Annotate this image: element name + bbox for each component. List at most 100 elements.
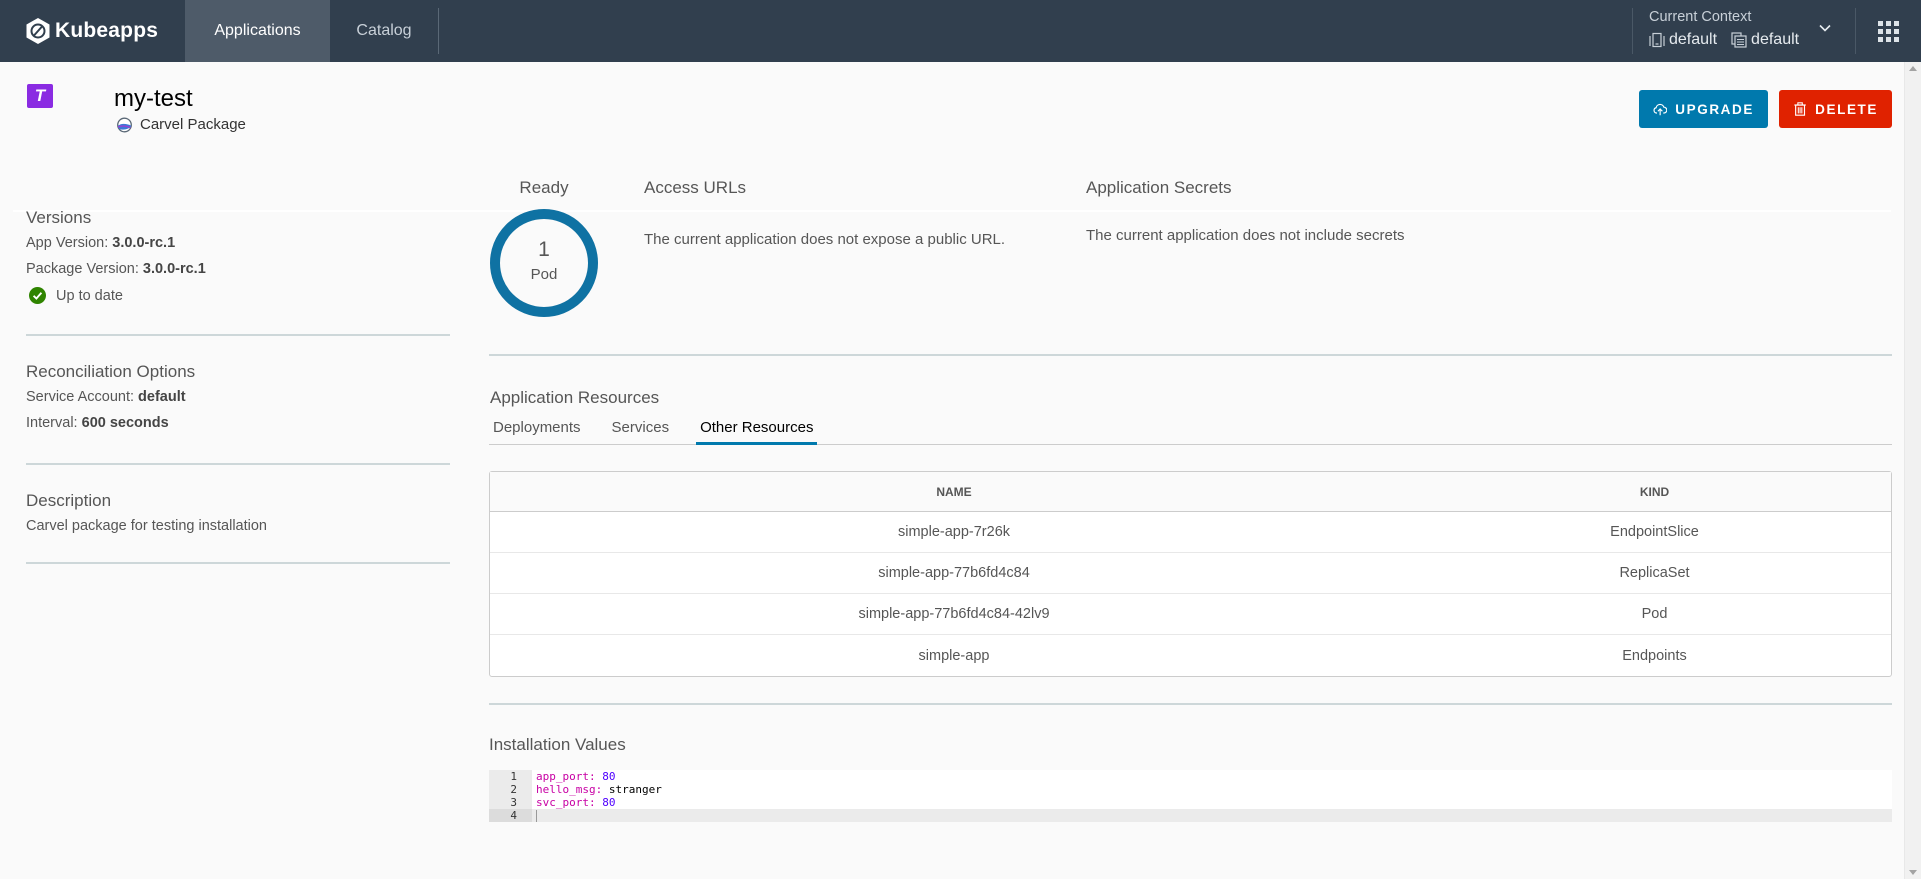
yaml-value: 80 [602,796,616,809]
context-namespace: default [1751,31,1800,48]
package-version-value: 3.0.0-rc.1 [142,261,206,277]
access-urls-title: Access URLs [644,178,747,197]
resource-name: simple-app-7r26k [897,524,1011,540]
kubeapps-hexagon-icon [26,18,50,44]
description-title: Description [26,491,112,510]
column-header-kind: KIND [1639,484,1670,499]
app-secrets-message: The current application does not include… [1086,227,1405,244]
app-summary: Ready 1 Pod Access URLs The current appl… [489,178,1892,356]
service-account-value: default [138,389,186,405]
donut-ready-arc [490,209,598,317]
app-menu-button[interactable] [1856,0,1921,62]
text-cursor [536,810,537,822]
reconciliation-title: Reconciliation Options [26,362,196,381]
nav-tab-catalog[interactable]: Catalog [330,0,438,62]
editor-line-current: 4 [489,809,1892,822]
table-row: simple-app Endpoints [490,635,1891,676]
namespace-icon [1731,32,1747,48]
package-type-label: Carvel Package [140,116,246,133]
resources-table: NAME KIND simple-app-7r26k EndpointSlice… [489,471,1892,677]
app-icon: T [27,84,53,108]
app-version-value: 3.0.0-rc.1 [112,235,176,251]
column-header-name: NAME [936,484,972,499]
page-scrollbar[interactable] [1904,62,1921,879]
main-content: Ready 1 Pod Access URLs The current appl… [489,178,1892,822]
table-row: simple-app-7r26k EndpointSlice [490,512,1891,553]
editor-line: 1 app_port: 80 [489,770,1892,783]
interval-value: 600 seconds [81,415,169,431]
tab-deployments[interactable]: Deployments [489,417,585,445]
versions-title: Versions [26,208,92,227]
app-info-sidebar: Versions App Version: 3.0.0-rc.1 Package… [26,208,450,590]
line-number: 2 [489,783,532,796]
cluster-icon [1649,32,1665,48]
nav-tab-label: Applications [214,22,301,39]
ready-status: Ready 1 Pod [489,178,599,318]
yaml-value: stranger [608,783,662,796]
tab-services[interactable]: Services [608,417,674,445]
line-number: 1 [489,770,532,783]
scroll-thumb[interactable] [1907,78,1919,863]
resource-kind: ReplicaSet [1619,565,1690,581]
scroll-up-arrow-icon[interactable] [1909,66,1917,71]
resource-tabs: Deployments Services Other Resources [489,417,1892,445]
resource-kind: EndpointSlice [1610,524,1699,540]
installation-values-section: Installation Values 1 app_port: 80 2 hel… [489,703,1892,822]
kubeapps-logo[interactable]: Kubeapps [0,0,185,62]
pod-unit: Pod [530,266,558,283]
pod-ready-donut: 1 Pod [489,208,599,318]
carvel-icon [117,117,132,132]
app-icon-letter: T [34,86,46,105]
context-selector[interactable]: Current Context default default [1633,0,1855,62]
tab-other-resources[interactable]: Other Resources [696,417,818,445]
yaml-value: 80 [602,770,616,783]
upgrade-label: UPGRADE [1675,101,1754,117]
pod-count: 1 [538,238,550,261]
table-row: simple-app-77b6fd4c84 ReplicaSet [490,553,1891,594]
table-header: NAME KIND [490,472,1891,512]
app-version: App Version: 3.0.0-rc.1 [26,235,450,251]
yaml-key: hello_msg [536,783,596,796]
editor-line: 3 svc_port: 80 [489,796,1892,809]
service-account: Service Account: default [26,389,450,405]
reconciliation-section: Reconciliation Options Service Account: … [26,362,450,465]
access-urls-section: Access URLs The current application does… [644,178,1005,248]
interval-label: Interval: [26,415,78,431]
nav-tab-label: Catalog [356,22,412,39]
app-header: T my-test Carvel Package UPGRADE DELETE [0,62,1904,212]
scroll-down-arrow-icon[interactable] [1909,870,1917,875]
editor-line: 2 hello_msg: stranger [489,783,1892,796]
service-account-label: Service Account: [26,389,134,405]
app-resources-section: Application Resources Deployments Servic… [489,356,1892,677]
top-navigation-bar: Kubeapps Applications Catalog Current Co… [0,0,1921,62]
resource-name: simple-app-77b6fd4c84-42lv9 [858,606,1050,622]
brand-name: Kubeapps [55,19,159,42]
chevron-down-icon[interactable] [1817,20,1833,36]
app-title: my-test [114,85,193,112]
update-status-text: Up to date [56,287,123,304]
values-editor[interactable]: 1 app_port: 80 2 hello_msg: stranger 3 s… [489,770,1892,822]
access-urls-message: The current application does not expose … [644,231,1006,248]
upgrade-button[interactable]: UPGRADE [1639,90,1768,128]
package-version: Package Version: 3.0.0-rc.1 [26,261,450,277]
donut-chart [490,209,598,317]
context-cluster: default [1669,31,1718,48]
update-status: Up to date [29,287,450,304]
line-number: 3 [489,796,532,809]
package-type: Carvel Package [116,116,246,133]
interval: Interval: 600 seconds [26,415,450,431]
delete-button[interactable]: DELETE [1779,90,1892,128]
resource-name: simple-app-77b6fd4c84 [878,565,1030,581]
table-row: simple-app-77b6fd4c84-42lv9 Pod [490,594,1891,635]
line-number: 4 [489,809,532,822]
check-circle-icon [29,287,46,304]
description-section: Description Carvel package for testing i… [26,491,450,564]
versions-section: Versions App Version: 3.0.0-rc.1 Package… [26,208,450,336]
nav-tab-applications[interactable]: Applications [185,0,330,62]
app-secrets-section: Application Secrets The current applicat… [1086,178,1405,244]
resource-kind: Pod [1641,606,1668,622]
installation-values-title: Installation Values [489,735,626,754]
ready-title: Ready [519,178,569,197]
delete-label: DELETE [1815,101,1878,117]
app-secrets-title: Application Secrets [1086,178,1232,197]
